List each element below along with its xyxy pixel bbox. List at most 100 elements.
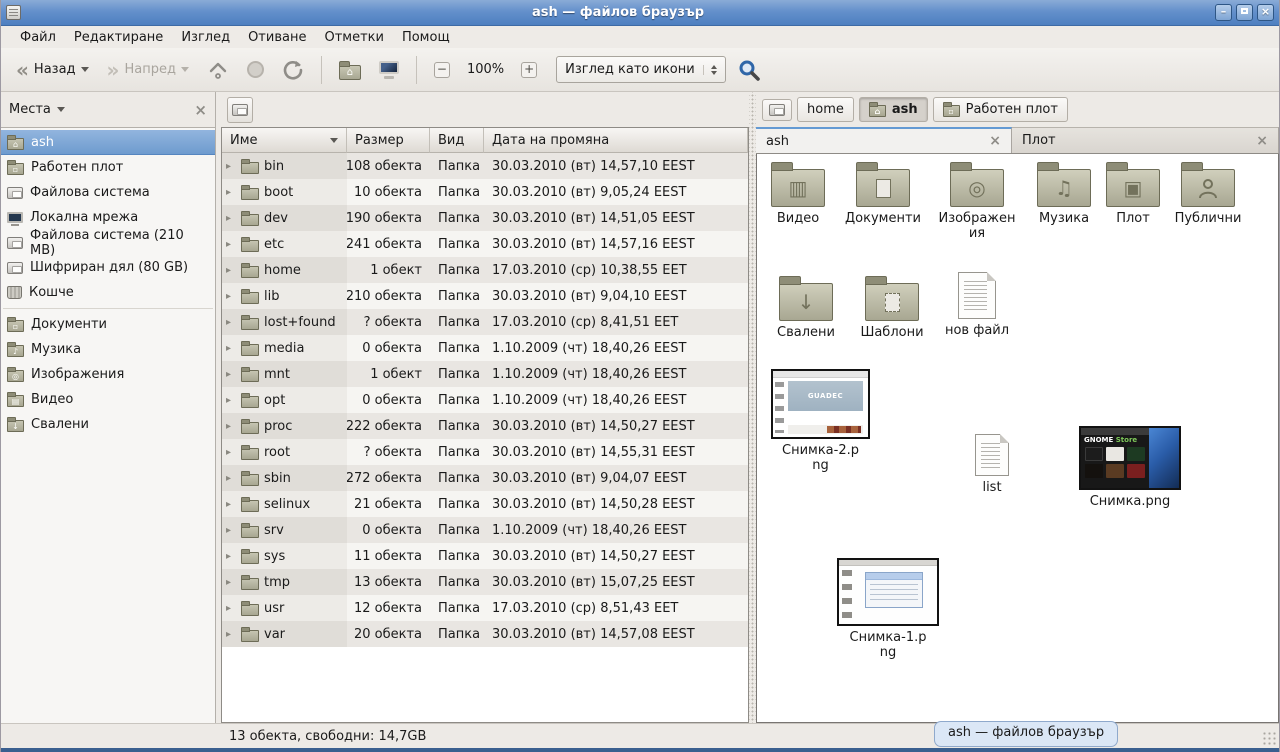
folder-item-video[interactable]: ▥ Видео: [761, 160, 835, 227]
tab-ash[interactable]: ash ×: [756, 127, 1012, 153]
icon-view[interactable]: ▥ Видео Документи ◎ Изображения ♫ Музика…: [756, 154, 1279, 723]
expander-icon[interactable]: ▸: [226, 239, 236, 250]
panel-splitter[interactable]: [749, 92, 756, 723]
reload-button[interactable]: [275, 53, 311, 87]
table-row[interactable]: ▸media0 обектаПапка1.10.2009 (чт) 18,40,…: [222, 335, 748, 361]
places-dropdown-icon[interactable]: [57, 107, 65, 112]
table-row[interactable]: ▸sys11 обектаПапка30.03.2010 (вт) 14,50,…: [222, 543, 748, 569]
path-button-home[interactable]: home: [797, 97, 854, 122]
table-row[interactable]: ▸tmp13 обектаПапка30.03.2010 (вт) 15,07,…: [222, 569, 748, 595]
expander-icon[interactable]: ▸: [226, 291, 236, 302]
folder-item-documents[interactable]: Документи: [835, 160, 931, 227]
sidebar-item-documents[interactable]: ▫ Документи: [1, 312, 215, 337]
table-row[interactable]: ▸mnt1 обектПапка1.10.2009 (чт) 18,40,26 …: [222, 361, 748, 387]
folder-item-templates[interactable]: Шаблони: [849, 274, 935, 341]
tab-close-icon[interactable]: ×: [989, 133, 1001, 149]
expander-icon[interactable]: ▸: [226, 551, 236, 562]
forward-button[interactable]: » Напред: [100, 56, 196, 83]
menu-bookmarks[interactable]: Отметки: [315, 28, 392, 47]
table-row[interactable]: ▸etc241 обектаПапка30.03.2010 (вт) 14,57…: [222, 231, 748, 257]
expander-icon[interactable]: ▸: [226, 421, 236, 432]
table-row[interactable]: ▸root? обектаПапка30.03.2010 (вт) 14,55,…: [222, 439, 748, 465]
column-header-name[interactable]: Име: [222, 128, 347, 153]
expander-icon[interactable]: ▸: [226, 603, 236, 614]
expander-icon[interactable]: ▸: [226, 265, 236, 276]
table-row[interactable]: ▸opt0 обектаПапка1.10.2009 (чт) 18,40,26…: [222, 387, 748, 413]
menu-help[interactable]: Помощ: [393, 28, 459, 47]
home-button[interactable]: ⌂: [332, 54, 368, 86]
taskbar-window-button[interactable]: ash — файлов браузър: [934, 721, 1118, 747]
expander-icon[interactable]: ▸: [226, 213, 236, 224]
file-item-new-file[interactable]: нов файл: [935, 272, 1019, 339]
view-mode-select[interactable]: Изглед като икони: [556, 56, 726, 83]
expander-icon[interactable]: ▸: [226, 577, 236, 588]
table-row[interactable]: ▸sbin272 обектаПапка30.03.2010 (вт) 9,04…: [222, 465, 748, 491]
table-row[interactable]: ▸home1 обектПапка17.03.2010 (ср) 10,38,5…: [222, 257, 748, 283]
table-row[interactable]: ▸proc222 обектаПапка30.03.2010 (вт) 14,5…: [222, 413, 748, 439]
root-path-button[interactable]: [762, 99, 792, 121]
tab-close-icon[interactable]: ×: [1256, 133, 1268, 149]
sidebar-item-filesystem[interactable]: Файлова система: [1, 180, 215, 205]
minimize-button[interactable]: –: [1215, 4, 1232, 21]
resize-grip[interactable]: [1262, 731, 1276, 745]
table-row[interactable]: ▸bin108 обектаПапка30.03.2010 (вт) 14,57…: [222, 153, 748, 179]
sidebar-item-filesystem-210mb[interactable]: Файлова система (210 MB): [1, 230, 215, 255]
sidebar-close-icon[interactable]: ×: [194, 101, 207, 119]
column-header-size[interactable]: Размер: [347, 128, 430, 153]
back-button[interactable]: « Назад: [9, 56, 96, 83]
close-button[interactable]: ×: [1257, 4, 1274, 21]
sidebar-item-video[interactable]: ▤ Видео: [1, 387, 215, 412]
places-header[interactable]: Места: [9, 102, 51, 117]
folder-item-pictures[interactable]: ◎ Изображения: [933, 160, 1021, 242]
expander-icon[interactable]: ▸: [226, 473, 236, 484]
path-button-desktop[interactable]: ▫Работен плот: [933, 97, 1068, 122]
expander-icon[interactable]: ▸: [226, 161, 236, 172]
folder-item-downloads[interactable]: ↓ Свалени: [763, 274, 849, 341]
expander-icon[interactable]: ▸: [226, 369, 236, 380]
table-row[interactable]: ▸boot10 обектаПапка30.03.2010 (вт) 9,05,…: [222, 179, 748, 205]
menu-edit[interactable]: Редактиране: [65, 28, 172, 47]
expander-icon[interactable]: ▸: [226, 395, 236, 406]
expander-icon[interactable]: ▸: [226, 317, 236, 328]
stop-button[interactable]: [240, 55, 271, 84]
tab-plot[interactable]: Плот ×: [1012, 127, 1279, 153]
maximize-button[interactable]: [1236, 4, 1253, 21]
titlebar[interactable]: ash — файлов браузър – ×: [1, 0, 1279, 26]
sidebar-item-music[interactable]: ♪ Музика: [1, 337, 215, 362]
file-item-snimka[interactable]: GNOME Store Снимка.pn: [1077, 426, 1183, 510]
back-dropdown-icon[interactable]: [81, 67, 89, 72]
expander-icon[interactable]: ▸: [226, 525, 236, 536]
sidebar-item-network[interactable]: Локална мрежа: [1, 205, 215, 230]
path-button-ash[interactable]: ⌂ash: [859, 97, 928, 122]
folder-item-public[interactable]: Публични: [1163, 160, 1253, 227]
up-button[interactable]: [200, 54, 236, 86]
sidebar-item-trash[interactable]: Кошче: [1, 280, 215, 305]
expander-icon[interactable]: ▸: [226, 499, 236, 510]
table-row[interactable]: ▸usr12 обектаПапка17.03.2010 (ср) 8,51,4…: [222, 595, 748, 621]
file-item-snimka1[interactable]: Снимка-1.png: [835, 558, 941, 661]
expander-icon[interactable]: ▸: [226, 187, 236, 198]
sidebar-item-downloads[interactable]: ↓ Свалени: [1, 412, 215, 437]
menu-view[interactable]: Изглед: [172, 28, 239, 47]
menu-file[interactable]: Файл: [11, 28, 65, 47]
sidebar-item-pictures[interactable]: ◎ Изображения: [1, 362, 215, 387]
expander-icon[interactable]: ▸: [226, 447, 236, 458]
root-filesystem-button[interactable]: [227, 97, 253, 123]
column-header-type[interactable]: Вид: [430, 128, 484, 153]
table-row[interactable]: ▸srv0 обектаПапка1.10.2009 (чт) 18,40,26…: [222, 517, 748, 543]
folder-item-desktop[interactable]: ▣ Плот: [1103, 160, 1163, 227]
sidebar-item-ash[interactable]: ⌂ ash: [1, 130, 215, 155]
folder-item-music[interactable]: ♫ Музика: [1025, 160, 1103, 227]
zoom-in-button[interactable]: +: [514, 56, 544, 84]
table-row[interactable]: ▸var20 обектаПапка30.03.2010 (вт) 14,57,…: [222, 621, 748, 647]
sidebar-item-encrypted-80gb[interactable]: Шифриран дял (80 GB): [1, 255, 215, 280]
table-row[interactable]: ▸selinux21 обектаПапка30.03.2010 (вт) 14…: [222, 491, 748, 517]
search-button[interactable]: [730, 52, 768, 88]
menu-go[interactable]: Отиване: [239, 28, 315, 47]
table-row[interactable]: ▸dev190 обектаПапка30.03.2010 (вт) 14,51…: [222, 205, 748, 231]
table-row[interactable]: ▸lost+found? обектаПапка17.03.2010 (ср) …: [222, 309, 748, 335]
file-item-list[interactable]: list: [961, 434, 1023, 496]
expander-icon[interactable]: ▸: [226, 629, 236, 640]
computer-button[interactable]: [372, 55, 406, 85]
forward-dropdown-icon[interactable]: [181, 67, 189, 72]
